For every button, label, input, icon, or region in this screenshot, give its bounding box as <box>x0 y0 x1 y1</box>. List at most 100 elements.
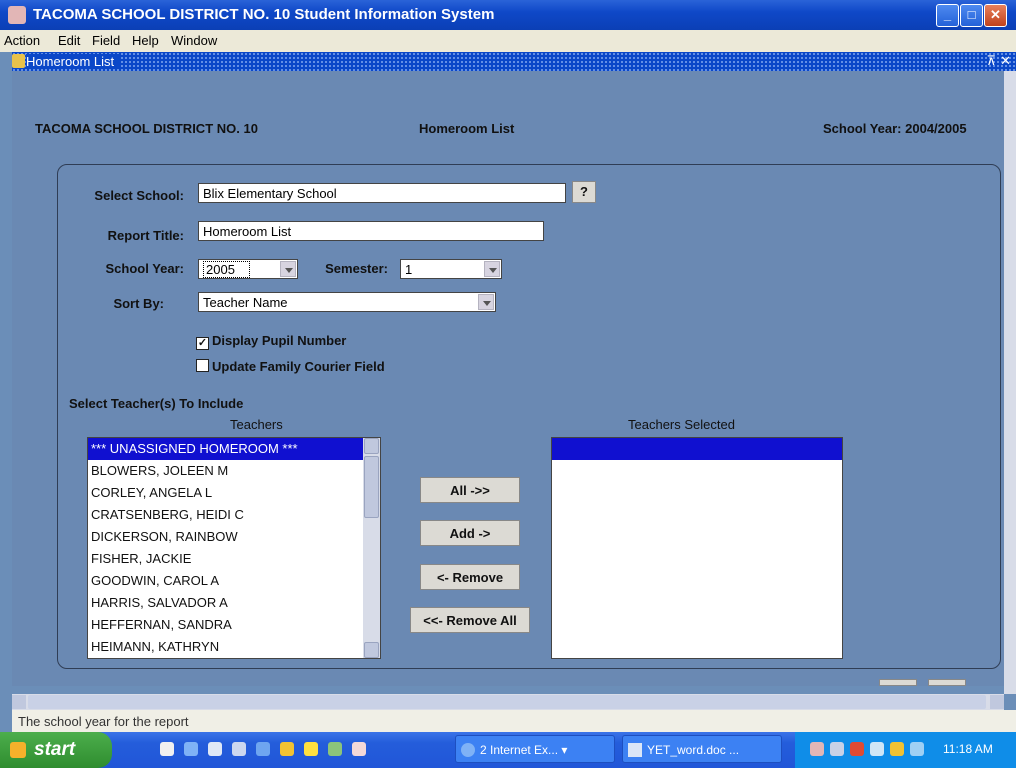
district-header: TACOMA SCHOOL DISTRICT NO. 10 <box>35 121 258 136</box>
status-bar: The school year for the report <box>12 710 1016 732</box>
windows-logo-icon <box>10 742 26 758</box>
taskbar-item-word-doc[interactable]: YET_word.doc ... <box>622 735 782 763</box>
quicklaunch-icon-1[interactable] <box>160 742 174 756</box>
maximize-button[interactable]: □ <box>960 4 983 27</box>
inner-window-title-bar[interactable]: Homeroom List ⊼ ✕ <box>12 52 1016 71</box>
nav-icon[interactable] <box>879 679 917 686</box>
report-title-field[interactable]: Homeroom List <box>198 221 544 241</box>
quicklaunch-icon-7[interactable] <box>304 742 318 756</box>
window-title: TACOMA SCHOOL DISTRICT NO. 10 Student In… <box>33 6 495 23</box>
checkmark-icon: ✓ <box>196 337 209 350</box>
quicklaunch-icon-6[interactable] <box>280 742 294 756</box>
menu-bar: Action Edit Field Help Window <box>0 30 1016 52</box>
form-icon <box>12 54 25 68</box>
report-options-panel: Select School: Blix Elementary School ? … <box>57 164 1001 669</box>
search-icon[interactable] <box>256 742 270 756</box>
scroll-thumb[interactable] <box>364 456 379 518</box>
word-doc-icon <box>628 743 642 757</box>
status-text: The school year for the report <box>18 714 189 729</box>
school-lookup-button[interactable]: ? <box>572 181 596 203</box>
semester-label: Semester: <box>325 261 388 276</box>
teachers-scrollbar[interactable] <box>363 438 380 658</box>
list-item[interactable]: DICKERSON, RAINBOW <box>88 526 380 548</box>
app-icon <box>8 6 26 24</box>
list-item[interactable]: HEFFERNAN, SANDRA <box>88 614 380 636</box>
inner-window-title: Homeroom List <box>26 54 121 69</box>
restore-icon[interactable]: ⊼ <box>986 53 996 69</box>
list-item[interactable]: FISHER, JACKIE <box>88 548 380 570</box>
tray-icon-5[interactable] <box>890 742 904 756</box>
school-year-value: 2005 <box>203 261 250 278</box>
select-school-label: Select School: <box>94 188 184 203</box>
ie-icon <box>461 743 475 757</box>
minimize-button[interactable]: _ <box>936 4 959 27</box>
tray-icon-3[interactable] <box>850 742 864 756</box>
quicklaunch-icon-3[interactable] <box>208 742 222 756</box>
quicklaunch-icon-9[interactable] <box>352 742 366 756</box>
teachers-list-header: Teachers <box>230 417 283 432</box>
scroll-left-icon[interactable] <box>12 695 26 709</box>
quicklaunch-icon-4[interactable] <box>232 742 246 756</box>
scroll-down-icon[interactable] <box>364 642 379 658</box>
menu-edit[interactable]: Edit <box>58 33 80 48</box>
list-item[interactable]: CRATSENBERG, HEIDI C <box>88 504 380 526</box>
sort-by-label: Sort By: <box>113 296 164 311</box>
add-button[interactable]: Add -> <box>420 520 520 546</box>
chevron-down-icon[interactable] <box>478 294 494 310</box>
teachers-listbox[interactable]: *** UNASSIGNED HOMEROOM *** BLOWERS, JOL… <box>87 437 381 659</box>
scroll-thumb[interactable] <box>28 695 986 709</box>
clock[interactable]: 11:18 AM <box>943 742 993 756</box>
list-item[interactable]: HEIMANN, KATHRYN <box>88 636 380 658</box>
update-family-courier-label: Update Family Courier Field <box>212 359 385 374</box>
display-pupil-number-label: Display Pupil Number <box>212 333 347 348</box>
menu-window[interactable]: Window <box>171 33 217 48</box>
teachers-selected-listbox[interactable] <box>551 437 843 659</box>
close-button[interactable]: ✕ <box>984 4 1007 27</box>
form-canvas: TACOMA SCHOOL DISTRICT NO. 10 Homeroom L… <box>12 71 1004 686</box>
list-item[interactable]: *** UNASSIGNED HOMEROOM *** <box>88 438 380 460</box>
ie-icon[interactable] <box>184 742 198 756</box>
select-school-field[interactable]: Blix Elementary School <box>198 183 566 203</box>
close-icon[interactable]: ✕ <box>1000 53 1011 69</box>
outer-vertical-scrollbar[interactable] <box>1004 71 1016 694</box>
printer-icon[interactable] <box>928 679 966 686</box>
school-year-header: School Year: 2004/2005 <box>823 121 967 136</box>
sort-by-value: Teacher Name <box>203 295 288 310</box>
add-all-button[interactable]: All ->> <box>420 477 520 503</box>
list-item[interactable]: BLOWERS, JOLEEN M <box>88 460 380 482</box>
display-pupil-number-checkbox[interactable]: ✓ Display Pupil Number <box>196 333 346 350</box>
report-header: Homeroom List <box>419 121 515 136</box>
school-year-label: School Year: <box>105 261 184 276</box>
list-item[interactable]: GOODWIN, CAROL A <box>88 570 380 592</box>
update-family-courier-checkbox[interactable]: Update Family Courier Field <box>196 359 385 374</box>
start-button[interactable]: start <box>0 732 112 768</box>
scroll-right-icon[interactable] <box>990 695 1004 709</box>
quicklaunch-icon-8[interactable] <box>328 742 342 756</box>
list-item[interactable]: CORLEY, ANGELA L <box>88 482 380 504</box>
sort-by-select[interactable]: Teacher Name <box>198 292 496 312</box>
taskbar-item-internet-explorer[interactable]: 2 Internet Ex... ▾ <box>455 735 615 763</box>
empty-checkbox-icon <box>196 359 209 372</box>
list-item[interactable]: HARRIS, SALVADOR A <box>88 592 380 614</box>
semester-select[interactable]: 1 <box>400 259 502 279</box>
chevron-down-icon[interactable] <box>280 261 296 277</box>
tray-icon-6[interactable] <box>910 742 924 756</box>
remove-all-button[interactable]: <<- Remove All <box>410 607 530 633</box>
tray-icon-2[interactable] <box>830 742 844 756</box>
menu-help[interactable]: Help <box>132 33 159 48</box>
scroll-up-icon[interactable] <box>364 438 379 454</box>
tray-icon-4[interactable] <box>870 742 884 756</box>
report-title-label: Report Title: <box>107 228 184 243</box>
tray-icon-app[interactable] <box>810 742 824 756</box>
menu-field[interactable]: Field <box>92 33 120 48</box>
taskbar: start 2 Internet Ex... ▾ YET_word.doc ..… <box>0 732 1016 768</box>
list-item[interactable] <box>552 438 842 460</box>
school-year-select[interactable]: 2005 <box>198 259 298 279</box>
remove-button[interactable]: <- Remove <box>420 564 520 590</box>
chevron-down-icon[interactable] <box>484 261 500 277</box>
semester-value: 1 <box>405 262 413 277</box>
horizontal-scrollbar[interactable] <box>12 694 1004 710</box>
window-title-bar[interactable]: TACOMA SCHOOL DISTRICT NO. 10 Student In… <box>0 0 1016 30</box>
menu-action[interactable]: Action <box>4 33 40 48</box>
select-teachers-label: Select Teacher(s) To Include <box>69 396 244 411</box>
